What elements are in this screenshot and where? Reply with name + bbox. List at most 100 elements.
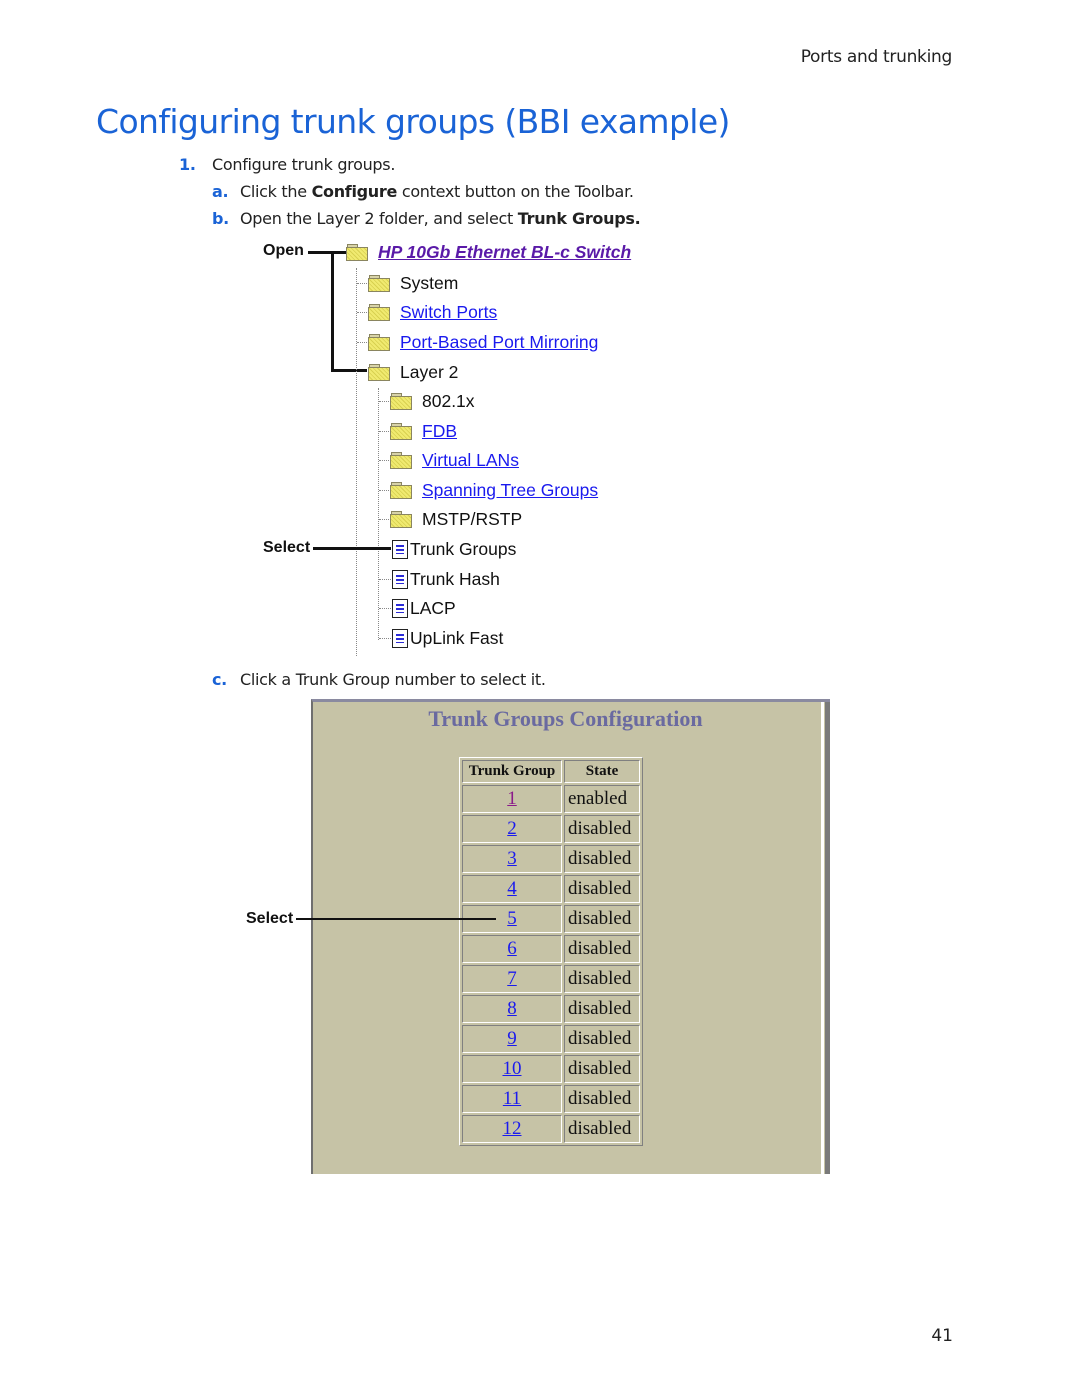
- tree-item-label: System: [400, 272, 459, 293]
- tree-item-label[interactable]: UpLink Fast: [410, 628, 503, 649]
- callout-open-line-layer2: [331, 369, 367, 372]
- open-folder-icon: [368, 364, 390, 381]
- tree-connector: [357, 283, 367, 284]
- tree-item-virtual-lans[interactable]: Virtual LANs: [390, 448, 519, 472]
- tree-item-802-1x[interactable]: 802.1x: [390, 389, 475, 413]
- tree-item-label: Layer 2: [400, 361, 459, 382]
- trunk-group-link[interactable]: 12: [503, 1118, 522, 1139]
- callout-select-label: Select: [246, 910, 294, 927]
- trunk-group-cell: 6: [462, 935, 562, 963]
- trunk-group-link[interactable]: 5: [507, 908, 517, 929]
- tree-root[interactable]: HP 10Gb Ethernet BL-c Switch: [346, 240, 631, 264]
- tree-item-label[interactable]: Trunk Hash: [410, 569, 500, 590]
- open-folder-icon: [346, 244, 368, 261]
- trunk-group-state: disabled: [564, 995, 640, 1023]
- tree-item-uplink-fast[interactable]: UpLink Fast: [392, 626, 503, 650]
- table-row: 1 enabled: [462, 785, 640, 813]
- tree-connector: [379, 401, 389, 402]
- tree-item-system[interactable]: System: [368, 271, 458, 295]
- trunk-group-cell: 2: [462, 815, 562, 843]
- document-icon: [392, 569, 408, 589]
- tree-item-mstp-rstp[interactable]: MSTP/RSTP: [390, 507, 522, 531]
- trunk-group-cell: 12: [462, 1115, 562, 1143]
- trunk-group-state: disabled: [564, 875, 640, 903]
- tree-connector: [379, 460, 389, 461]
- tree-item-port-mirroring[interactable]: Port-Based Port Mirroring: [368, 330, 598, 354]
- tree-root-label[interactable]: HP 10Gb Ethernet BL-c Switch: [378, 242, 631, 263]
- step-text-bold: Trunk Groups.: [517, 209, 641, 228]
- tree-item-fdb[interactable]: FDB: [390, 419, 457, 443]
- step-c: c. Click a Trunk Group number to select …: [212, 670, 546, 689]
- trunk-group-link[interactable]: 3: [507, 848, 517, 869]
- tree-item-link[interactable]: Port-Based Port Mirroring: [400, 332, 598, 353]
- trunk-group-link[interactable]: 10: [503, 1058, 522, 1079]
- step-a: a. Click the Configure context button on…: [212, 182, 634, 201]
- tree-connector: [379, 490, 389, 491]
- tree-item-layer-2[interactable]: Layer 2: [368, 360, 458, 384]
- tree-item-switch-ports[interactable]: Switch Ports: [368, 300, 497, 324]
- table-row: 11 disabled: [462, 1085, 640, 1113]
- tree-item-lacp[interactable]: LACP: [392, 596, 456, 620]
- document-icon: [392, 628, 408, 648]
- trunk-group-link[interactable]: 11: [503, 1088, 521, 1109]
- tree-item-trunk-hash[interactable]: Trunk Hash: [392, 567, 500, 591]
- trunk-group-state: disabled: [564, 1055, 640, 1083]
- document-icon: [392, 598, 408, 618]
- trunk-group-state: disabled: [564, 1085, 640, 1113]
- step-text: Click a Trunk Group number to select it.: [240, 670, 546, 689]
- trunk-group-link[interactable]: 2: [507, 818, 517, 839]
- tree-item-link[interactable]: Virtual LANs: [422, 450, 519, 471]
- trunk-group-cell: 7: [462, 965, 562, 993]
- trunk-group-link[interactable]: 8: [507, 998, 517, 1019]
- trunk-group-link[interactable]: 6: [507, 938, 517, 959]
- step-text-pre: Open the Layer 2 folder, and select: [240, 209, 518, 228]
- trunk-group-cell: 10: [462, 1055, 562, 1083]
- tree-connector: [357, 312, 367, 313]
- callout-select-line: [313, 547, 391, 550]
- tree-item-spanning-tree-groups[interactable]: Spanning Tree Groups: [390, 478, 598, 502]
- running-header: Ports and trunking: [800, 47, 953, 67]
- folder-icon: [390, 393, 412, 410]
- tree-connector: [379, 638, 391, 639]
- callout-open-connector: [331, 251, 334, 371]
- trunk-groups-table: Trunk Group State 1 enabled 2 disabled 3 disa…: [459, 757, 643, 1146]
- panel-title: Trunk Groups Configuration: [428, 706, 703, 731]
- step-letter: b.: [212, 209, 229, 228]
- trunk-group-link[interactable]: 4: [507, 878, 517, 899]
- folder-icon: [390, 482, 412, 499]
- table-row: 2 disabled: [462, 815, 640, 843]
- tree-item-label[interactable]: Trunk Groups: [410, 539, 516, 560]
- step-letter: a.: [212, 182, 229, 201]
- trunk-group-link[interactable]: 9: [507, 1028, 517, 1049]
- trunk-group-cell: 1: [462, 785, 562, 813]
- trunk-group-link[interactable]: 1: [507, 788, 517, 809]
- column-header-state: State: [564, 760, 640, 783]
- trunk-group-state: disabled: [564, 965, 640, 993]
- step-1: 1. Configure trunk groups.: [179, 155, 396, 174]
- trunk-groups-panel: Trunk Groups Configuration Trunk Group S…: [311, 699, 830, 1174]
- folder-icon: [368, 304, 390, 321]
- trunk-group-state: enabled: [564, 785, 640, 813]
- tree-item-link[interactable]: Spanning Tree Groups: [422, 480, 598, 501]
- trunk-group-cell: 3: [462, 845, 562, 873]
- tree-connector: [379, 431, 389, 432]
- tree-item-link[interactable]: FDB: [422, 421, 457, 442]
- tree-item-trunk-groups[interactable]: Trunk Groups: [392, 537, 516, 561]
- table-row: 3 disabled: [462, 845, 640, 873]
- trunk-group-state: disabled: [564, 905, 640, 933]
- trunk-group-link[interactable]: 7: [507, 968, 517, 989]
- step-text-pre: Click the: [240, 182, 312, 201]
- tree-item-link[interactable]: Switch Ports: [400, 302, 497, 323]
- step-b: b. Open the Layer 2 folder, and select T…: [212, 209, 641, 228]
- trunk-group-state: disabled: [564, 845, 640, 873]
- folder-icon: [390, 423, 412, 440]
- panel-scrollbar[interactable]: [824, 702, 830, 1174]
- table-row: 4 disabled: [462, 875, 640, 903]
- folder-icon: [390, 452, 412, 469]
- table-row: 10 disabled: [462, 1055, 640, 1083]
- table-row: 9 disabled: [462, 1025, 640, 1053]
- step-text: Configure trunk groups.: [212, 155, 396, 174]
- tree-item-label[interactable]: LACP: [410, 598, 456, 619]
- page-number: 41: [931, 1326, 953, 1346]
- trunk-group-state: disabled: [564, 935, 640, 963]
